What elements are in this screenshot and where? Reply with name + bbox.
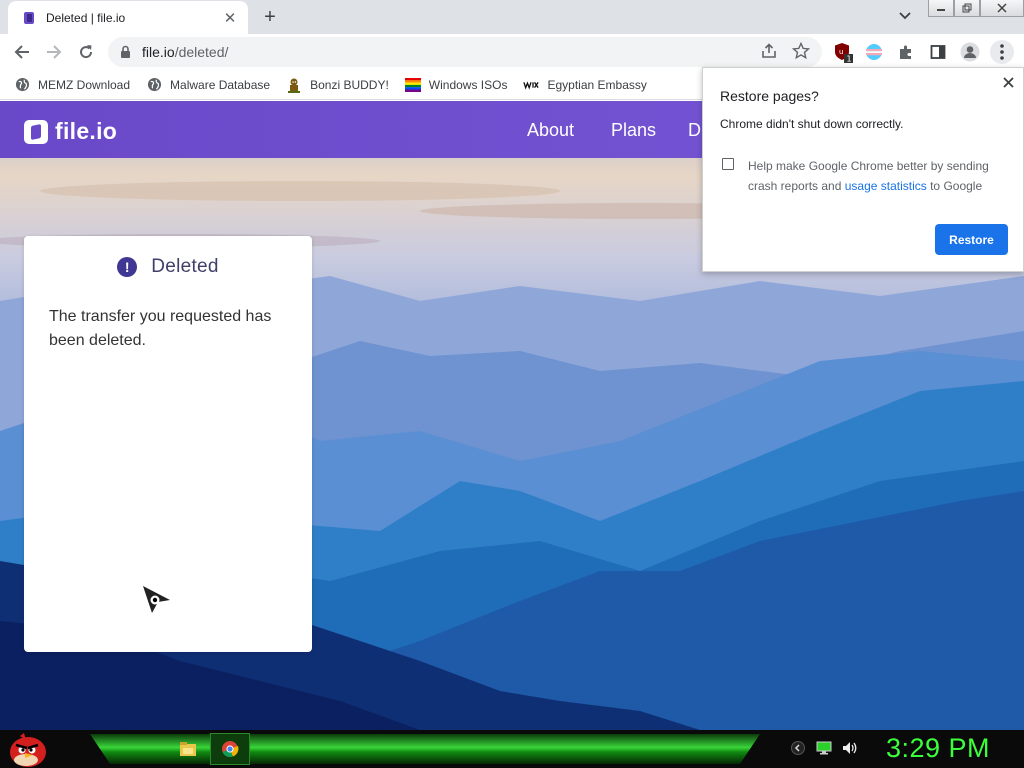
share-icon[interactable] <box>760 43 778 64</box>
card-header: ! Deleted <box>24 256 312 278</box>
restore-pages-dialog: Restore pages? Chrome didn't shut down c… <box>702 67 1024 272</box>
nav-plans[interactable]: Plans <box>611 120 656 141</box>
bookmark-malware-database[interactable]: Malware Database <box>146 77 270 93</box>
new-tab-button[interactable]: + <box>258 5 282 29</box>
bonzi-icon <box>286 77 302 93</box>
bookmark-label: Egyptian Embassy <box>547 77 647 92</box>
profile-avatar-icon[interactable] <box>958 40 982 64</box>
bookmark-label: Malware Database <box>170 77 271 92</box>
fileio-logo-icon <box>24 119 48 144</box>
side-panel-icon[interactable] <box>926 40 950 64</box>
fileio-favicon-icon <box>22 11 36 25</box>
bookmark-label: MEMZ Download <box>38 77 131 92</box>
fileio-logo[interactable]: file.io <box>24 118 117 145</box>
globe-icon <box>146 77 162 93</box>
taskbar-clock[interactable]: 3:29 PM <box>886 733 990 764</box>
url-text[interactable]: file.io/deleted/ <box>142 44 228 60</box>
restore-window-button[interactable] <box>954 0 980 17</box>
logo-text: file.io <box>55 118 118 144</box>
ublock-extension-icon[interactable]: u1 <box>832 40 856 64</box>
extension-badge: 1 <box>847 55 852 64</box>
back-arrow-icon[interactable] <box>10 40 34 64</box>
tray-chevron-icon[interactable] <box>790 740 806 756</box>
url-path: /deleted/ <box>174 44 229 60</box>
tab-search-chevron-icon[interactable] <box>896 7 914 25</box>
card-title: Deleted <box>151 256 219 277</box>
taskbar: 3:29 PM <box>0 730 1024 768</box>
bookmark-bonzi-buddy[interactable]: Bonzi BUDDY! <box>286 77 389 93</box>
close-window-button[interactable] <box>980 0 1024 17</box>
checkbox-label: Help make Google Chrome better by sendin… <box>748 156 1008 196</box>
tab-title: Deleted | file.io <box>46 10 126 25</box>
rainbow-flag-icon <box>404 77 421 93</box>
dialog-title: Restore pages? <box>720 88 819 104</box>
bookmark-egyptian-embassy[interactable]: Egyptian Embassy <box>523 77 647 93</box>
globe-icon <box>14 77 30 93</box>
card-message: The transfer you requested has been dele… <box>49 308 272 349</box>
bookmark-label: Bonzi BUDDY! <box>310 77 389 92</box>
reload-icon[interactable] <box>74 40 98 64</box>
dialog-description: Chrome didn't shut down correctly. <box>720 117 904 131</box>
bookmark-label: Windows ISOs <box>428 77 508 92</box>
browser-toolbar: file.io/deleted/ u1 <box>0 34 1024 70</box>
network-icon[interactable] <box>816 740 832 756</box>
window-controls <box>928 0 1024 18</box>
address-bar[interactable]: file.io/deleted/ <box>108 37 822 67</box>
bookmark-windows-isos[interactable]: Windows ISOs <box>404 77 508 93</box>
chrome-menu-kebab-icon[interactable] <box>990 40 1014 64</box>
restore-button[interactable]: Restore <box>935 224 1008 255</box>
bookmark-star-icon[interactable] <box>791 41 811 65</box>
url-host: file.io <box>142 44 175 60</box>
wix-icon <box>523 77 540 93</box>
volume-icon[interactable] <box>842 740 858 756</box>
chrome-taskbar-icon[interactable] <box>210 733 250 765</box>
start-angry-bird-icon[interactable] <box>6 730 50 768</box>
nav-truncated-link[interactable]: D <box>688 120 701 141</box>
minimize-button[interactable] <box>928 0 954 17</box>
crash-report-checkbox[interactable] <box>722 158 734 170</box>
system-tray <box>790 740 868 756</box>
tab-close-icon[interactable]: ✕ <box>222 10 238 27</box>
nav-about[interactable]: About <box>527 120 574 141</box>
usage-statistics-link[interactable]: usage statistics <box>845 179 927 193</box>
bookmark-memz-download[interactable]: MEMZ Download <box>14 77 130 93</box>
mouse-cursor-icon <box>142 585 172 620</box>
svg-text:u: u <box>839 48 843 56</box>
lock-icon[interactable] <box>120 45 131 64</box>
checkbox-label-suffix: to Google <box>926 179 983 193</box>
exclamation-icon: ! <box>117 257 138 277</box>
forward-arrow-icon[interactable] <box>42 40 66 64</box>
extensions-puzzle-icon[interactable] <box>894 40 918 64</box>
dialog-close-icon[interactable] <box>1000 74 1016 90</box>
file-explorer-icon[interactable] <box>168 733 208 765</box>
tab-strip: Deleted | file.io ✕ + <box>0 0 1024 34</box>
browser-tab[interactable]: Deleted | file.io ✕ <box>8 1 248 34</box>
pride-extension-icon[interactable] <box>862 40 886 64</box>
